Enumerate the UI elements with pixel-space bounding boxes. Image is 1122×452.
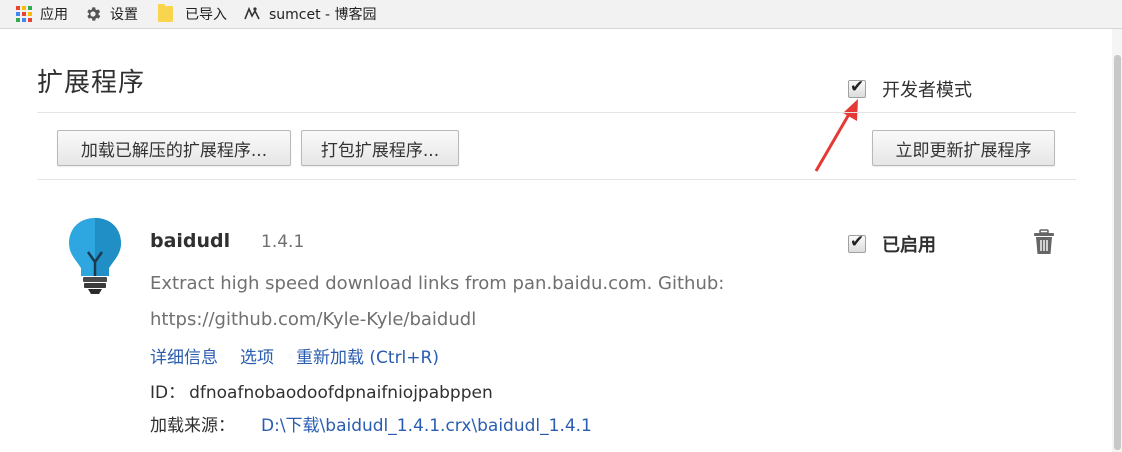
- bookmark-imported-folder[interactable]: 已导入: [158, 0, 227, 28]
- details-link[interactable]: 详细信息: [150, 343, 218, 368]
- scrollbar-thumb[interactable]: [1114, 55, 1121, 450]
- extension-name: baidudl: [150, 230, 231, 252]
- bookmark-settings[interactable]: 设置: [84, 0, 138, 28]
- bookmark-label: 设置: [110, 7, 138, 23]
- extension-description: Extract high speed download links from p…: [150, 266, 790, 338]
- load-source-path-link[interactable]: D:\下载\baidudl_1.4.1.crx\baidudl_1.4.1: [261, 416, 592, 436]
- reload-link[interactable]: 重新加载 (Ctrl+R): [296, 343, 439, 368]
- bookmark-label: 已导入: [185, 7, 227, 23]
- extension-id-row: ID： dfnoafnobaodoofdpnaifniojpabppen: [150, 378, 493, 403]
- bookmark-label: 应用: [40, 7, 68, 23]
- bookmark-apps[interactable]: 应用: [0, 0, 68, 28]
- extension-version: 1.4.1: [261, 232, 305, 252]
- checkmark-icon: ✔: [850, 77, 865, 97]
- description-line: https://github.com/Kyle-Kyle/baidudl: [150, 309, 477, 330]
- trash-icon[interactable]: [1032, 229, 1056, 255]
- bookmark-label: sumcet - 博客园: [269, 7, 377, 23]
- checkmark-icon: ✔: [850, 232, 865, 252]
- lightbulb-icon: [69, 218, 121, 294]
- id-label: ID：: [150, 383, 186, 403]
- divider: [37, 112, 1076, 113]
- page-title: 扩展程序: [37, 68, 146, 98]
- enabled-label: 已启用: [882, 235, 936, 256]
- pack-extension-button[interactable]: 打包扩展程序...: [301, 130, 459, 166]
- divider: [37, 179, 1076, 180]
- gear-icon: [87, 7, 101, 21]
- cnblogs-icon: [244, 6, 260, 20]
- bookmarks-bar: 应用 设置 已导入 sumcet - 博客园: [0, 0, 1122, 29]
- description-line: Extract high speed download links from p…: [150, 273, 725, 294]
- annotation-arrow-icon: [814, 99, 858, 172]
- extension-links: 详细信息 选项 重新加载 (Ctrl+R): [150, 343, 461, 368]
- id-value: dfnoafnobaodoofdpnaifniojpabppen: [189, 383, 493, 403]
- load-source-row: 加载来源： D:\下载\baidudl_1.4.1.crx\baidudl_1.4…: [150, 411, 592, 436]
- developer-mode-label: 开发者模式: [882, 80, 972, 101]
- options-link[interactable]: 选项: [240, 343, 274, 368]
- folder-icon: [158, 4, 173, 22]
- load-source-label: 加载来源：: [150, 416, 235, 436]
- load-unpacked-button[interactable]: 加载已解压的扩展程序...: [57, 130, 291, 166]
- apps-grid-icon: [16, 6, 32, 22]
- enabled-checkbox[interactable]: ✔: [848, 232, 866, 253]
- bookmark-cnblogs[interactable]: sumcet - 博客园: [243, 0, 377, 28]
- update-extensions-button[interactable]: 立即更新扩展程序: [872, 130, 1055, 166]
- extension-enabled-toggle[interactable]: ✔ 已启用: [848, 231, 936, 257]
